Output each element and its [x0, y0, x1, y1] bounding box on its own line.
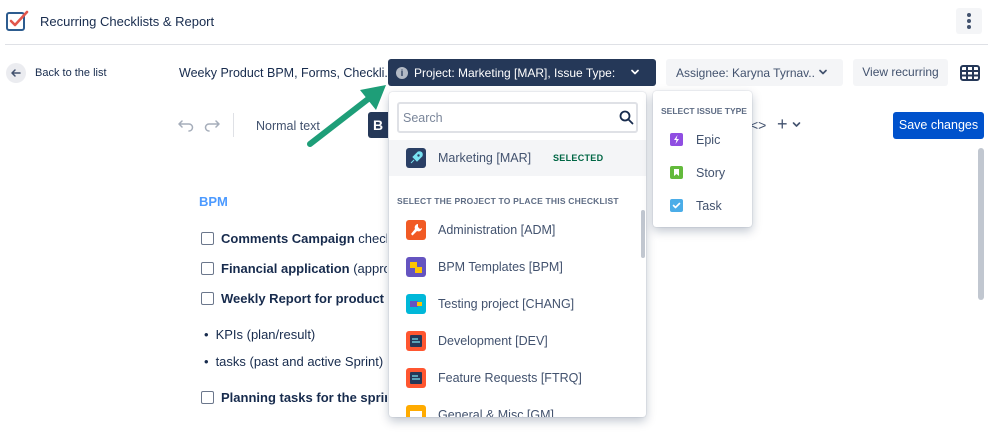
issue-type-label: Story	[696, 166, 726, 180]
checklist-item[interactable]: Financial application (appro	[201, 261, 387, 276]
app-header: Recurring Checklists & Report	[0, 0, 999, 44]
issue-type-heading: SELECT ISSUE TYPE	[661, 106, 747, 116]
project-dropdown: Marketing [MAR] SELECTED SELECT THE PROJ…	[389, 92, 646, 417]
project-option[interactable]: Administration [ADM]	[389, 212, 641, 248]
back-to-list-link[interactable]: Back to the list	[35, 67, 107, 79]
project-option[interactable]: BPM Templates [BPM]	[389, 249, 641, 285]
section-heading: BPM	[199, 194, 228, 209]
code-doc-icon	[406, 368, 426, 388]
header-divider	[5, 44, 988, 45]
project-section-label: SELECT THE PROJECT TO PLACE THIS CHECKLI…	[397, 196, 619, 206]
checklist-item[interactable]: Planning tasks for the sprin	[201, 390, 387, 405]
selected-project-row[interactable]: Marketing [MAR] SELECTED	[389, 140, 646, 176]
code-icon[interactable]: <>	[750, 117, 766, 133]
view-recurring-button[interactable]: View recurring	[853, 59, 948, 86]
project-option[interactable]: Feature Requests [FTRQ]	[389, 360, 641, 396]
issue-type-label: Epic	[696, 133, 721, 147]
checklist-name: Weeky Product BPM, Forms, Checkli...	[179, 66, 395, 80]
checkbox[interactable]	[201, 391, 214, 404]
code-doc-icon	[406, 331, 426, 351]
checkbox[interactable]	[201, 232, 214, 245]
annotation-arrow	[307, 85, 386, 147]
project-filter-button[interactable]: i Project: Marketing [MAR], Issue Type: …	[388, 59, 656, 86]
chevron-down-icon[interactable]	[792, 121, 801, 129]
project-name: Testing project [CHANG]	[438, 297, 575, 311]
selected-badge: SELECTED	[553, 153, 604, 163]
search-box[interactable]	[397, 102, 638, 133]
lightning-icon	[670, 133, 683, 146]
redo-icon[interactable]	[204, 118, 220, 132]
flag-icon	[406, 294, 426, 314]
chevron-down-icon	[631, 69, 639, 75]
project-name: Marketing [MAR]	[438, 151, 532, 165]
issue-type-option-task[interactable]: Task	[653, 191, 752, 221]
issue-type-option-epic[interactable]: Epic	[653, 125, 752, 155]
save-changes-button[interactable]: Save changes	[893, 112, 984, 139]
assignee-filter-label: Assignee: Karyna Tyrnav...	[676, 66, 816, 80]
wrench-icon	[406, 220, 426, 240]
rocket-icon	[406, 148, 426, 168]
checklist-logo-icon	[6, 10, 29, 31]
bullet-item: KPIs (plan/result)	[204, 327, 387, 342]
more-options-icon[interactable]	[956, 8, 982, 34]
checkbox[interactable]	[201, 292, 214, 305]
issue-type-label: Task	[696, 199, 722, 213]
toolbar-divider	[233, 113, 234, 137]
undo-icon[interactable]	[178, 118, 194, 132]
bookmark-icon	[670, 166, 683, 179]
dropdown-scrollbar[interactable]	[641, 210, 645, 258]
project-name: Feature Requests [FTRQ]	[438, 371, 582, 385]
puzzle-icon	[406, 257, 426, 277]
project-name: Administration [ADM]	[438, 223, 556, 237]
check-icon	[670, 199, 683, 212]
assignee-filter-button[interactable]: Assignee: Karyna Tyrnav...	[666, 59, 843, 86]
project-option[interactable]: Development [DEV]	[389, 323, 641, 359]
folder-icon	[406, 405, 426, 417]
insert-plus-icon[interactable]: +	[777, 114, 788, 135]
search-input[interactable]	[403, 109, 613, 127]
project-name: Development [DEV]	[438, 334, 548, 348]
project-name: BPM Templates [BPM]	[438, 260, 563, 274]
project-option[interactable]: General & Misc [GM]	[389, 397, 641, 417]
chevron-down-icon	[819, 69, 827, 75]
bullet-item: tasks (past and active Sprint)	[204, 354, 387, 369]
checklist-item[interactable]: Comments Campaign check	[201, 231, 387, 246]
project-option[interactable]: Testing project [CHANG]	[389, 286, 641, 322]
issue-type-panel: SELECT ISSUE TYPE Epic Story Task	[653, 91, 752, 227]
checkbox[interactable]	[201, 262, 214, 275]
table-view-icon[interactable]	[957, 60, 983, 86]
project-filter-label: Project: Marketing [MAR], Issue Type: S.…	[414, 66, 618, 80]
info-icon: i	[396, 67, 408, 79]
checklist-item[interactable]: Weekly Report for product	[201, 291, 387, 306]
project-name: General & Misc [GM]	[438, 408, 554, 417]
editor-scrollbar[interactable]	[978, 148, 984, 300]
search-icon[interactable]	[619, 110, 634, 125]
issue-type-option-story[interactable]: Story	[653, 158, 752, 188]
back-arrow-icon[interactable]	[6, 63, 26, 83]
app-title: Recurring Checklists & Report	[40, 14, 215, 29]
